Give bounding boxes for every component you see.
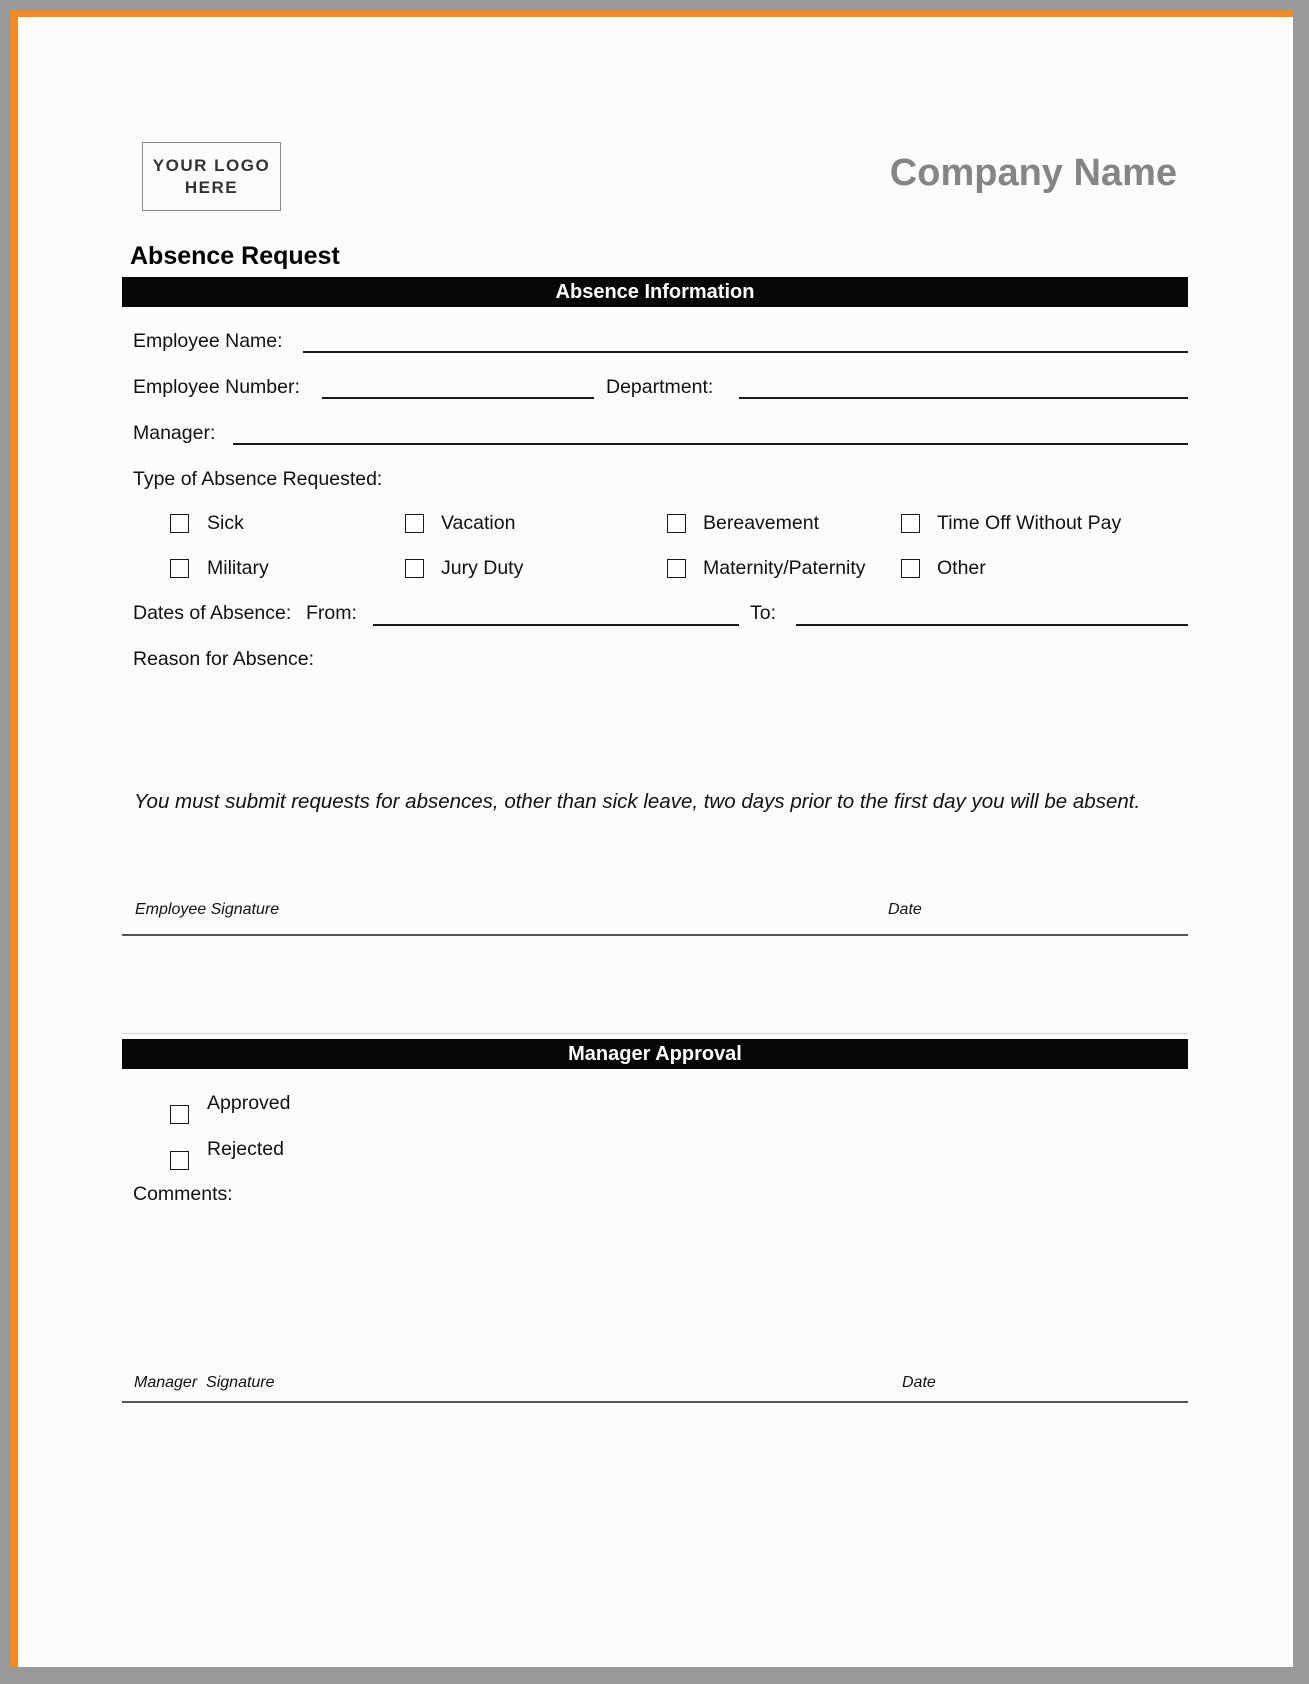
jury-duty-label: Jury Duty [441, 557, 524, 579]
vacation-checkbox[interactable] [405, 514, 424, 533]
sick-checkbox[interactable] [170, 514, 189, 533]
from-label: From: [306, 602, 357, 624]
section-header-manager-approval: Manager Approval [122, 1039, 1188, 1069]
company-name: Company Name [889, 152, 1177, 194]
rejected-checkbox[interactable] [170, 1151, 189, 1170]
from-date-field[interactable] [373, 624, 739, 626]
section-header-absence-information: Absence Information [122, 277, 1188, 307]
comments-label: Comments: [133, 1183, 233, 1205]
manager-label: Manager: [133, 422, 216, 444]
approved-label: Approved [207, 1092, 291, 1114]
employee-name-label: Employee Name: [133, 330, 283, 352]
manager-signature-line [122, 1401, 1188, 1403]
logo-line-2: HERE [184, 177, 239, 197]
manager-signature-field[interactable] [122, 1350, 1188, 1400]
employee-signature-line [122, 934, 1188, 936]
employee-signature-field[interactable] [122, 880, 1188, 932]
logo-placeholder: YOUR LOGO HERE [142, 142, 281, 211]
manager-signature-label: Manager Signature [134, 1374, 275, 1391]
manager-date-label: Date [902, 1374, 936, 1391]
bereavement-checkbox[interactable] [667, 514, 686, 533]
employee-number-field[interactable] [322, 397, 594, 399]
military-label: Military [207, 557, 269, 579]
department-label: Department: [606, 376, 714, 398]
jury-duty-checkbox[interactable] [405, 559, 424, 578]
employee-number-label: Employee Number: [133, 376, 300, 398]
maternity-paternity-checkbox[interactable] [667, 559, 686, 578]
employee-name-field[interactable] [303, 351, 1188, 353]
submission-notice: You must submit requests for absences, o… [134, 790, 1141, 813]
bereavement-label: Bereavement [703, 512, 819, 534]
absence-type-label: Type of Absence Requested: [133, 468, 383, 490]
time-off-without-pay-checkbox[interactable] [901, 514, 920, 533]
maternity-paternity-label: Maternity/Paternity [703, 557, 866, 579]
section-divider [122, 1033, 1188, 1034]
employee-date-label: Date [888, 901, 922, 918]
approved-checkbox[interactable] [170, 1105, 189, 1124]
reason-label: Reason for Absence: [133, 648, 315, 670]
military-checkbox[interactable] [170, 559, 189, 578]
time-off-without-pay-label: Time Off Without Pay [937, 512, 1122, 534]
sick-label: Sick [207, 512, 244, 534]
department-field[interactable] [739, 397, 1188, 399]
to-label: To: [750, 602, 777, 624]
to-date-field[interactable] [796, 624, 1188, 626]
comments-field[interactable] [133, 1215, 1188, 1365]
logo-line-1: YOUR LOGO [152, 155, 271, 175]
dates-of-absence-label: Dates of Absence: [133, 602, 292, 624]
vacation-label: Vacation [441, 512, 516, 534]
other-checkbox[interactable] [901, 559, 920, 578]
form-title: Absence Request [130, 242, 340, 270]
manager-field[interactable] [233, 443, 1188, 445]
other-label: Other [937, 557, 986, 579]
employee-signature-label: Employee Signature [135, 901, 280, 918]
rejected-label: Rejected [207, 1138, 284, 1160]
reason-field[interactable] [133, 680, 1188, 775]
